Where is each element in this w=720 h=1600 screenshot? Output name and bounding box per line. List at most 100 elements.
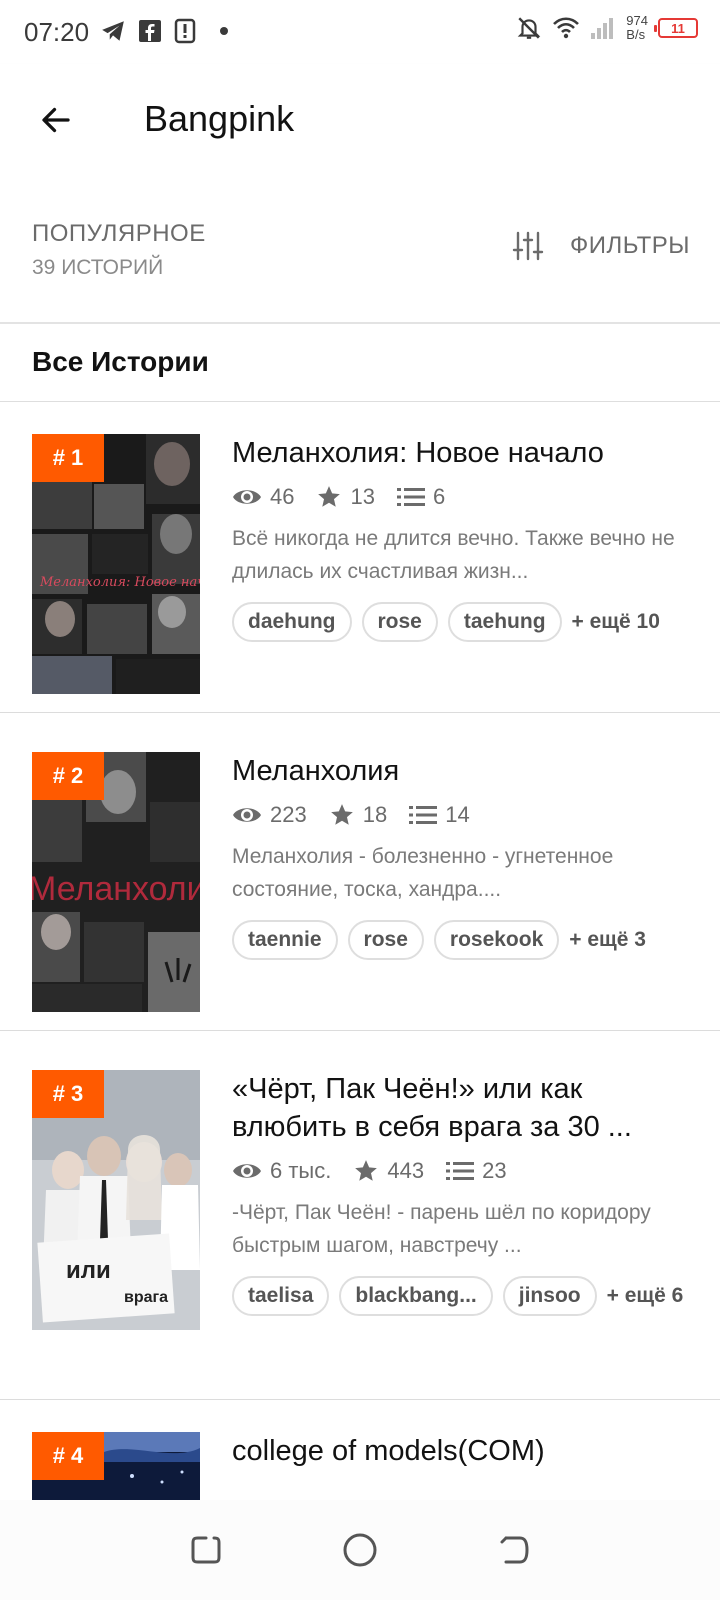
story-description: -Чёрт, Пак Чеён! - парень шёл по коридор…: [232, 1201, 651, 1257]
rank-badge: # 2: [32, 752, 104, 800]
tag-list: daehung rose taehung + ещё 10: [232, 602, 692, 642]
section-header: Все Истории: [0, 324, 720, 402]
list-icon: [446, 1162, 475, 1180]
cover-title-text: Меланхоли: [32, 870, 200, 908]
system-icons: 974 B/s 11: [516, 14, 698, 42]
tag-chip[interactable]: daehung: [232, 602, 352, 642]
signal-icon: [591, 18, 614, 39]
net-speed-value: 974: [626, 13, 648, 28]
cover-text-enemy: врага: [124, 1289, 168, 1306]
battery-indicator: 11: [654, 18, 698, 38]
rank-badge: # 1: [32, 434, 104, 482]
story-title[interactable]: Меланхолия: Новое начало: [232, 434, 692, 472]
story-cover[interactable]: # 4: [32, 1432, 200, 1500]
network-speed: 974 B/s: [626, 14, 648, 42]
story-stats: 223 18 14: [232, 802, 692, 828]
back-button[interactable]: [30, 94, 82, 146]
story-description: Всё никогда не длится вечно. Также вечно…: [232, 527, 675, 583]
votes-stat: 443: [353, 1158, 424, 1184]
story-card[interactable]: или врага # 3 «Чёрт, Пак Чеён!» или как …: [0, 1038, 720, 1400]
more-tags[interactable]: + ещё 3: [569, 928, 646, 952]
dot-icon: [220, 27, 228, 35]
parts-stat: 14: [409, 802, 470, 828]
parts-stat: 6: [396, 484, 446, 510]
story-info: Меланхолия: Новое начало 46 13 6 Всё ник…: [232, 434, 692, 642]
tag-chip[interactable]: rose: [347, 920, 424, 960]
list-icon: [396, 488, 425, 506]
parts-count: 6: [432, 484, 446, 509]
tag-chip[interactable]: taelisa: [232, 1276, 330, 1316]
recents-icon[interactable]: [188, 1532, 224, 1568]
views-count: 6 тыс.: [270, 1158, 332, 1183]
story-title[interactable]: «Чёрт, Пак Чеён!» или как влюбить в себя…: [232, 1070, 692, 1146]
sliders-icon: [512, 231, 544, 261]
net-speed-unit: B/s: [626, 27, 646, 42]
tag-chip[interactable]: jinsoo: [502, 1276, 597, 1316]
filters-label: ФИЛЬТРЫ: [569, 232, 690, 259]
sort-label[interactable]: ПОПУЛЯРНОЕ: [32, 220, 206, 248]
story-cover[interactable]: Меланхолия: Новое начало # 1: [32, 434, 200, 694]
app-bar: Bangpink: [0, 64, 720, 176]
home-icon[interactable]: [341, 1531, 379, 1569]
eye-icon: [233, 1164, 261, 1178]
cover-title-text: Меланхолия: Новое начало: [39, 575, 200, 590]
views-stat: 46: [232, 484, 294, 510]
tag-chip[interactable]: rosekook: [433, 920, 560, 960]
clock: 07:20: [24, 17, 90, 47]
story-info: Меланхолия 223 18 14 Меланхолия - болезн…: [232, 752, 692, 960]
telegram-icon: [102, 21, 124, 41]
section-title: Все Истории: [32, 346, 209, 377]
mute-icon: [518, 17, 541, 39]
page-title: Bangpink: [144, 98, 295, 139]
star-icon: [330, 804, 353, 825]
star-icon: [318, 486, 341, 507]
facebook-icon: [139, 20, 161, 42]
votes-count: 18: [362, 802, 388, 827]
views-count: 46: [270, 484, 295, 509]
parts-stat: 23: [446, 1158, 507, 1184]
eye-icon: [233, 808, 261, 822]
story-cover[interactable]: или врага # 3: [32, 1070, 200, 1330]
rank-badge: # 3: [32, 1070, 104, 1118]
views-count: 223: [270, 802, 307, 827]
list-icon: [409, 806, 438, 824]
tag-chip[interactable]: blackbang...: [339, 1276, 493, 1316]
story-title[interactable]: Меланхолия: [232, 752, 692, 790]
tag-chip[interactable]: taehung: [447, 602, 562, 642]
votes-count: 13: [350, 484, 375, 509]
votes-count: 443: [387, 1158, 425, 1183]
status-bar: 07:20 974 B/s 11: [0, 0, 720, 64]
tag-list: taelisa blackbang... jinsoo + ещё 6: [232, 1276, 692, 1316]
tag-chip[interactable]: rose: [361, 602, 438, 642]
votes-stat: 18: [329, 802, 387, 828]
star-icon: [355, 1160, 378, 1181]
eye-icon: [233, 490, 261, 504]
story-card[interactable]: Меланхолия: Новое начало # 1 Меланхолия:…: [0, 402, 720, 713]
back-nav-icon[interactable]: [496, 1532, 532, 1568]
tag-list: taennie rose rosekook + ещё 3: [232, 920, 692, 960]
story-title[interactable]: college of models(COM): [232, 1432, 692, 1470]
alert-icon: [174, 18, 196, 44]
wifi-icon: [553, 17, 580, 39]
cover-text-or: или: [66, 1257, 111, 1284]
story-card[interactable]: # 4 college of models(COM): [0, 1400, 720, 1500]
parts-count: 14: [445, 802, 470, 827]
more-tags[interactable]: + ещё 6: [607, 1284, 684, 1308]
rank-badge: # 4: [32, 1432, 104, 1480]
story-count: 39 ИСТОРИЙ: [32, 256, 164, 279]
notification-icons: [100, 18, 230, 44]
filters-button[interactable]: ФИЛЬТРЫ: [512, 230, 690, 262]
story-info: college of models(COM): [232, 1432, 692, 1470]
sort-filter-bar: ПОПУЛЯРНОЕ 39 ИСТОРИЙ ФИЛЬТРЫ: [0, 176, 720, 324]
votes-stat: 13: [316, 484, 375, 510]
story-card[interactable]: Меланхоли # 2 Меланхолия 223 18 14 Мелан…: [0, 720, 720, 1031]
story-description: Меланхолия - болезненно - угнетенное сос…: [232, 845, 614, 901]
story-stats: 6 тыс. 443 23: [232, 1158, 692, 1184]
back-arrow-icon: [42, 107, 70, 133]
views-stat: 6 тыс.: [232, 1158, 331, 1184]
more-tags[interactable]: + ещё 10: [572, 610, 660, 634]
tag-chip[interactable]: taennie: [232, 920, 338, 960]
views-stat: 223: [232, 802, 307, 828]
parts-count: 23: [482, 1158, 507, 1183]
story-cover[interactable]: Меланхоли # 2: [32, 752, 200, 1012]
